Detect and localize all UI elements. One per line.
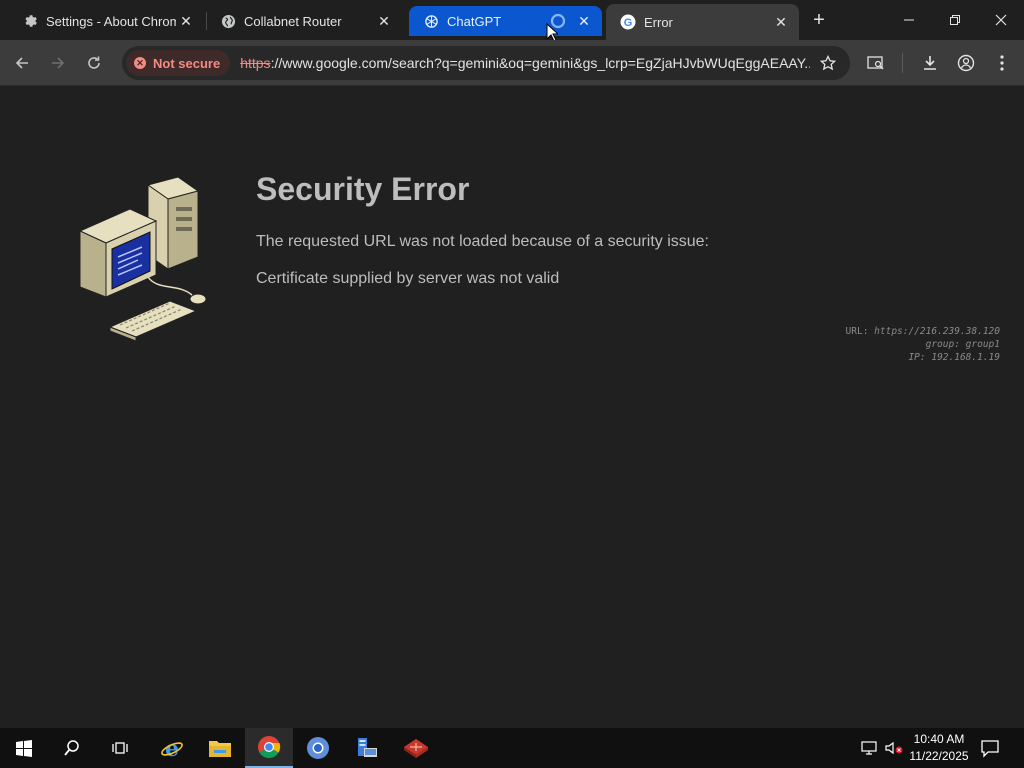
meta-ip-value: 192.168.1.19 <box>931 352 1000 363</box>
toolbar-divider <box>902 53 903 73</box>
chatgpt-icon <box>423 13 439 29</box>
taskbar-internet-explorer[interactable]: e <box>148 728 196 768</box>
close-window-button[interactable] <box>978 0 1024 40</box>
close-icon[interactable]: ✕ <box>574 11 594 31</box>
meta-url-row: URL: https://216.239.38.120 <box>846 325 1000 338</box>
forward-button[interactable] <box>44 49 72 77</box>
restore-button[interactable] <box>932 0 978 40</box>
globe-icon <box>220 13 236 29</box>
meta-group-label: group: <box>925 339 960 350</box>
meta-url-label: URL: <box>845 326 869 337</box>
error-title: Security Error <box>256 171 470 207</box>
tab-title: Collabnet Router <box>244 13 342 29</box>
browser-toolbar: ✕ Not secure https://www.google.com/sear… <box>0 40 1024 86</box>
warning-icon: ✕ <box>134 57 146 69</box>
chrome-icon <box>258 736 281 758</box>
tab-strip: Settings - About Chrome ✕ Collabnet Rout… <box>0 0 1024 40</box>
search-tabs-icon[interactable] <box>864 51 888 75</box>
back-button[interactable] <box>8 49 36 77</box>
search-icon <box>64 740 79 756</box>
tab-title: Settings - About Chrome <box>46 13 176 29</box>
tab-settings[interactable]: Settings - About Chrome ✕ <box>8 6 204 36</box>
meta-url-value: https://216.239.38.120 <box>874 326 1000 337</box>
profile-icon[interactable] <box>954 51 978 75</box>
meta-ip-row: IP: 192.168.1.19 <box>846 351 1000 364</box>
url-rest: ://www.google.com/search?q=gemini&oq=gem… <box>270 55 811 71</box>
clock-time: 10:40 AM <box>913 732 965 746</box>
server-manager-icon <box>358 738 377 757</box>
svg-text:G: G <box>624 17 633 29</box>
tab-title: Error <box>644 14 673 30</box>
reload-button[interactable] <box>80 49 108 77</box>
close-icon[interactable]: ✕ <box>374 11 394 31</box>
task-view-icon <box>112 742 128 754</box>
error-description: The requested URL was not loaded because… <box>256 233 709 250</box>
system-clock[interactable]: 10:40 AM 11/22/2025 <box>904 731 974 765</box>
tab-error[interactable]: G Error ✕ <box>606 4 799 40</box>
internet-explorer-icon: e <box>161 736 183 760</box>
start-button[interactable] <box>0 728 48 768</box>
tab-title: ChatGPT <box>447 13 502 29</box>
error-detail: Certificate supplied by server was not v… <box>256 270 560 287</box>
page-content: Security Error The requested URL was not… <box>0 87 1024 728</box>
tab-chatgpt[interactable]: ChatGPT ✕ <box>409 6 602 36</box>
url-scheme: https <box>240 55 271 71</box>
close-icon[interactable]: ✕ <box>771 12 791 32</box>
close-icon[interactable]: ✕ <box>176 11 196 31</box>
not-secure-chip[interactable]: ✕ Not secure <box>126 50 231 76</box>
clock-date: 11/22/2025 <box>909 749 969 763</box>
file-explorer-icon <box>209 741 231 757</box>
start-icon <box>16 740 32 757</box>
tab-collabnet-router[interactable]: Collabnet Router ✕ <box>206 6 402 36</box>
address-bar[interactable]: ✕ Not secure https://www.google.com/sear… <box>122 46 850 80</box>
network-tray-icon[interactable] <box>860 738 880 758</box>
chromium-icon <box>307 737 329 759</box>
taskbar-server-manager[interactable] <box>342 728 390 768</box>
meta-group-value: group1 <box>965 339 1000 350</box>
action-center-button[interactable] <box>980 738 1002 758</box>
meta-group-row: group: group1 <box>846 338 1000 351</box>
error-metadata: URL: https://216.239.38.120 group: group… <box>846 325 1000 364</box>
network-app-icon <box>404 739 428 758</box>
google-icon: G <box>620 14 636 30</box>
taskbar-network-app[interactable] <box>392 728 440 768</box>
taskbar: e 10:40 AM 11/22/2025 <box>0 728 1024 768</box>
taskbar-chromium[interactable] <box>294 728 342 768</box>
taskbar-file-explorer[interactable] <box>196 728 244 768</box>
task-view-button[interactable] <box>96 728 144 768</box>
url-text[interactable]: https://www.google.com/search?q=gemini&o… <box>240 55 810 71</box>
volume-muted-icon[interactable] <box>884 738 904 758</box>
notification-icon <box>981 740 999 758</box>
search-button[interactable] <box>48 728 96 768</box>
bookmark-star-icon[interactable] <box>818 53 838 73</box>
meta-ip-label: IP: <box>908 352 926 363</box>
taskbar-chrome[interactable] <box>245 728 293 768</box>
menu-kebab-icon[interactable] <box>990 51 1014 75</box>
computer-illustration-icon <box>78 177 207 342</box>
minimize-button[interactable] <box>886 0 932 40</box>
not-secure-label: Not secure <box>153 55 221 71</box>
new-tab-button[interactable]: + <box>808 9 830 31</box>
download-icon[interactable] <box>918 51 942 75</box>
gear-icon <box>22 13 38 29</box>
